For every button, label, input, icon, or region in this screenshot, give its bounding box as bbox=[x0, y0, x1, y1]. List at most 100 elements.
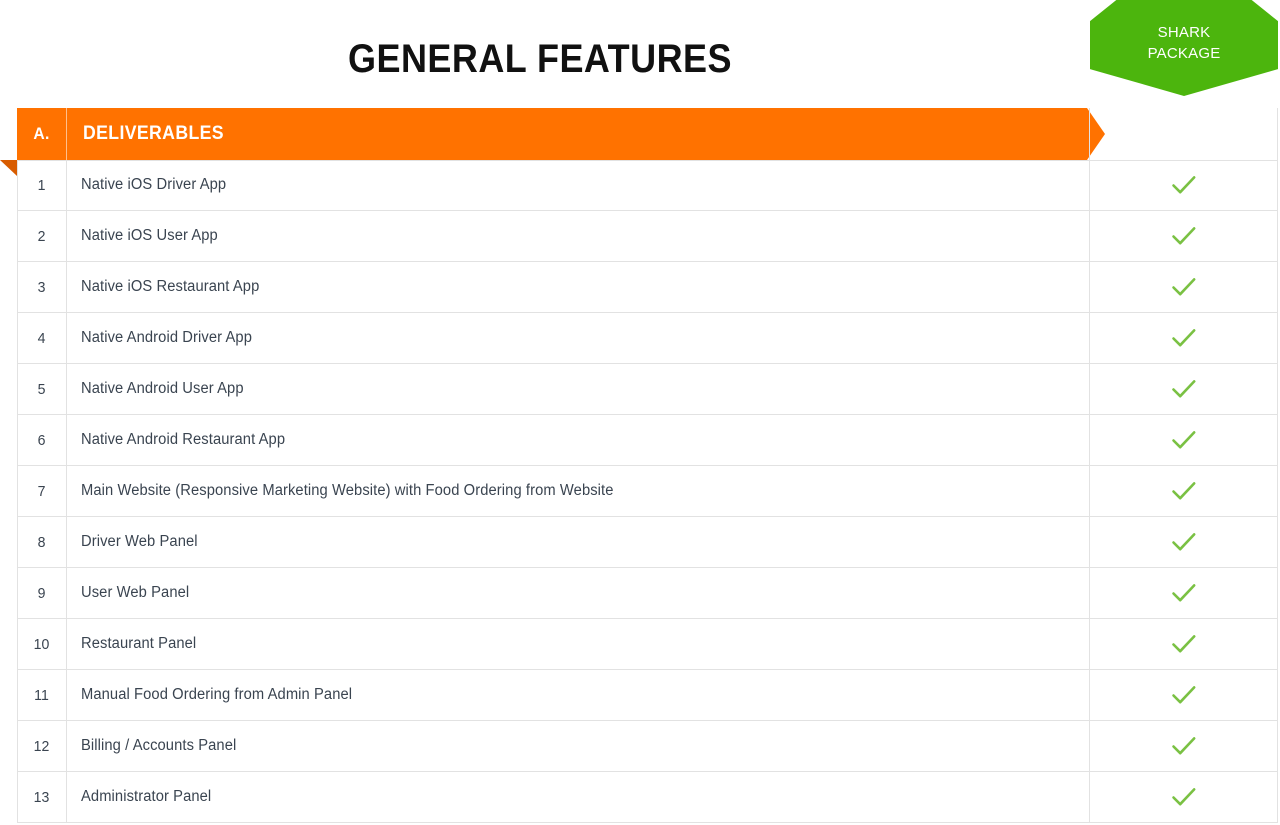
row-right-border bbox=[1277, 568, 1278, 618]
table-row[interactable]: 9 User Web Panel bbox=[17, 568, 1278, 619]
row-package-cell bbox=[1090, 364, 1278, 414]
ribbon-fold-decoration bbox=[0, 160, 17, 176]
row-number-divider bbox=[66, 517, 67, 567]
row-number: 7 bbox=[37, 482, 46, 500]
row-right-border bbox=[1277, 517, 1278, 567]
row-package-cell bbox=[1090, 415, 1278, 465]
row-package-cell bbox=[1090, 619, 1278, 669]
row-number-divider bbox=[66, 313, 67, 363]
row-number-divider bbox=[66, 568, 67, 618]
check-icon bbox=[1172, 788, 1196, 806]
row-right-border bbox=[1277, 313, 1278, 363]
check-icon bbox=[1172, 227, 1196, 245]
check-icon bbox=[1172, 329, 1196, 347]
row-package-cell bbox=[1090, 721, 1278, 771]
table-row[interactable]: 4 Native Android Driver App bbox=[17, 313, 1278, 364]
row-label: Native Android User App bbox=[81, 380, 244, 397]
table-row[interactable]: 3 Native iOS Restaurant App bbox=[17, 262, 1278, 313]
row-number: 8 bbox=[37, 533, 46, 551]
row-right-border bbox=[1277, 160, 1278, 210]
row-label: Restaurant Panel bbox=[81, 635, 197, 652]
row-number: 1 bbox=[37, 176, 46, 194]
row-label: Main Website (Responsive Marketing Websi… bbox=[81, 482, 614, 499]
row-package-cell bbox=[1090, 466, 1278, 516]
row-package-cell bbox=[1090, 670, 1278, 720]
header-table-right-border bbox=[1277, 108, 1278, 160]
page-title: GENERAL FEATURES bbox=[348, 37, 732, 81]
row-package-cell bbox=[1090, 262, 1278, 312]
row-label: Manual Food Ordering from Admin Panel bbox=[81, 686, 353, 703]
check-icon bbox=[1172, 176, 1196, 194]
row-right-border bbox=[1277, 415, 1278, 465]
check-icon bbox=[1172, 380, 1196, 398]
table-row[interactable]: 11 Manual Food Ordering from Admin Panel bbox=[17, 670, 1278, 721]
table-row[interactable]: 13 Administrator Panel bbox=[17, 772, 1278, 823]
section-title: DELIVERABLES bbox=[83, 123, 224, 144]
row-package-cell bbox=[1090, 211, 1278, 261]
row-number-divider bbox=[66, 262, 67, 312]
row-number-divider bbox=[66, 160, 67, 210]
section-header-deliverables: A. DELIVERABLES bbox=[0, 108, 1278, 176]
table-row[interactable]: 10 Restaurant Panel bbox=[17, 619, 1278, 670]
row-package-cell bbox=[1090, 160, 1278, 210]
check-icon bbox=[1172, 278, 1196, 296]
table-row[interactable]: 6 Native Android Restaurant App bbox=[17, 415, 1278, 466]
table-row[interactable]: 8 Driver Web Panel bbox=[17, 517, 1278, 568]
check-icon bbox=[1172, 584, 1196, 602]
row-number-divider bbox=[66, 619, 67, 669]
row-label: Native Android Driver App bbox=[81, 329, 252, 346]
row-number-divider bbox=[66, 721, 67, 771]
table-row[interactable]: 1 Native iOS Driver App bbox=[17, 160, 1278, 211]
row-label: Native iOS User App bbox=[81, 227, 218, 244]
row-number-divider bbox=[66, 415, 67, 465]
row-package-cell bbox=[1090, 568, 1278, 618]
row-number: 13 bbox=[33, 788, 50, 806]
row-number: 2 bbox=[37, 227, 46, 245]
row-label: Administrator Panel bbox=[81, 788, 212, 805]
check-icon bbox=[1172, 482, 1196, 500]
check-icon bbox=[1172, 737, 1196, 755]
row-right-border bbox=[1277, 721, 1278, 771]
check-icon bbox=[1172, 686, 1196, 704]
row-package-cell bbox=[1090, 313, 1278, 363]
row-number: 6 bbox=[37, 431, 46, 449]
table-row[interactable]: 2 Native iOS User App bbox=[17, 211, 1278, 262]
row-right-border bbox=[1277, 466, 1278, 516]
row-right-border bbox=[1277, 262, 1278, 312]
row-label: Billing / Accounts Panel bbox=[81, 737, 237, 754]
row-number: 12 bbox=[33, 737, 50, 755]
section-letter: A. bbox=[33, 124, 50, 143]
table-row[interactable]: 7 Main Website (Responsive Marketing Web… bbox=[17, 466, 1278, 517]
row-package-cell bbox=[1090, 517, 1278, 567]
row-number: 3 bbox=[37, 278, 46, 296]
table-row[interactable]: 12 Billing / Accounts Panel bbox=[17, 721, 1278, 772]
row-number: 4 bbox=[37, 329, 46, 347]
features-table: A. DELIVERABLES 1 Native iOS Driver App … bbox=[0, 108, 1278, 823]
header-package-column-divider bbox=[1089, 108, 1090, 160]
row-package-cell bbox=[1090, 772, 1278, 822]
check-icon bbox=[1172, 635, 1196, 653]
row-label: Driver Web Panel bbox=[81, 533, 198, 550]
row-number: 10 bbox=[33, 635, 50, 653]
check-icon bbox=[1172, 533, 1196, 551]
row-label: Native Android Restaurant App bbox=[81, 431, 286, 448]
check-icon bbox=[1172, 431, 1196, 449]
table-row[interactable]: 5 Native Android User App bbox=[17, 364, 1278, 415]
row-number-divider bbox=[66, 466, 67, 516]
row-number-divider bbox=[66, 364, 67, 414]
row-number-divider bbox=[66, 670, 67, 720]
row-right-border bbox=[1277, 211, 1278, 261]
row-number: 9 bbox=[37, 584, 46, 602]
section-header-divider bbox=[66, 108, 67, 160]
row-number-divider bbox=[66, 772, 67, 822]
row-label: Native iOS Driver App bbox=[81, 176, 227, 193]
row-number: 5 bbox=[37, 380, 46, 398]
features-row-list: 1 Native iOS Driver App 2 Native iOS Use… bbox=[17, 160, 1278, 823]
row-right-border bbox=[1277, 619, 1278, 669]
row-label: Native iOS Restaurant App bbox=[81, 278, 260, 295]
row-right-border bbox=[1277, 364, 1278, 414]
row-right-border bbox=[1277, 670, 1278, 720]
row-right-border bbox=[1277, 772, 1278, 822]
row-number: 11 bbox=[34, 686, 49, 704]
row-number-divider bbox=[66, 211, 67, 261]
